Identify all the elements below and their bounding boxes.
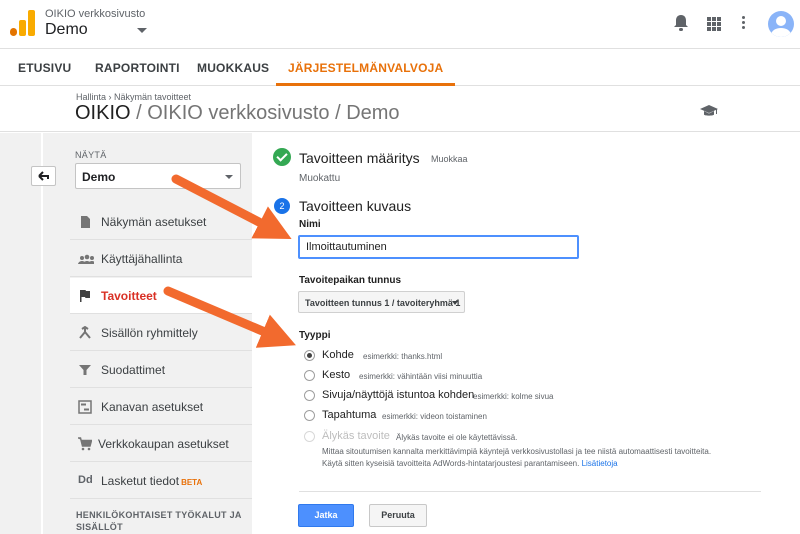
chevron-down-icon — [225, 175, 233, 179]
back-button[interactable] — [31, 166, 56, 186]
grouping-icon — [79, 326, 91, 339]
tab-raportointi[interactable]: RAPORTOINTI — [95, 49, 180, 86]
cancel-button[interactable]: Peruuta — [369, 504, 427, 527]
view-select[interactable]: Demo — [75, 163, 241, 189]
page-title: OIKIO / OIKIO verkkosivusto / Demo — [75, 102, 400, 125]
continue-button[interactable]: Jatka — [298, 504, 354, 527]
type-option-example: esimerkki: kolme sivua — [473, 392, 554, 401]
chevron-down-icon — [452, 301, 458, 305]
sidebar-item-channel-settings[interactable]: Kanavan asetukset — [70, 389, 252, 425]
back-rail — [41, 133, 43, 534]
sidebar-item-view-settings[interactable]: Näkymän asetukset — [70, 204, 252, 240]
cart-icon — [78, 437, 92, 451]
sidebar-item-label: Käyttäjähallinta — [101, 252, 183, 266]
chevron-down-icon[interactable] — [137, 28, 147, 33]
step-goal-description-title: Tavoitteen kuvaus — [299, 198, 412, 214]
goal-setup-panel — [252, 133, 800, 534]
name-label: Nimi — [299, 219, 321, 230]
check-circle-icon — [273, 148, 291, 166]
sidebar-item-user-management[interactable]: Käyttäjähallinta — [70, 241, 252, 277]
type-option-example: esimerkki: vähintään viisi minuuttia — [359, 372, 483, 381]
type-option-example: esimerkki: videon toistaminen — [382, 412, 487, 421]
step-number-badge: 2 — [274, 198, 290, 214]
analytics-logo-icon[interactable] — [10, 10, 36, 36]
type-option-label: Sivuja/näyttöjä istuntoa kohden — [322, 389, 475, 401]
radio-button[interactable] — [304, 350, 315, 361]
view-select-value: Demo — [82, 170, 116, 184]
breadcrumb[interactable]: Hallinta › Näkymän tavoitteet — [76, 92, 191, 102]
calculated-icon: Dd — [78, 474, 93, 486]
radio-button — [304, 431, 315, 442]
sidebar-item-label: Suodattimet — [101, 363, 166, 377]
type-option-label: Älykäs tavoite — [322, 430, 390, 442]
tab-muokkaus[interactable]: MUOKKAUS — [197, 49, 269, 86]
main-area: NÄYTÄ Demo Näkymän asetukset Käyttäjähal… — [0, 133, 800, 534]
view-selector[interactable]: Demo — [45, 21, 88, 39]
sidebar-item-content-grouping[interactable]: Sisällön ryhmittely — [70, 315, 252, 351]
learn-more-link[interactable]: Lisätietoja — [582, 459, 618, 468]
back-arrow-icon — [38, 171, 49, 181]
sidebar-item-ecommerce-settings[interactable]: Verkkokaupan asetukset — [70, 426, 252, 462]
radio-button[interactable] — [304, 410, 315, 421]
step-goal-setup-title: Tavoitteen määritys — [299, 150, 420, 166]
sidebar-item-goals[interactable]: Tavoitteet — [70, 278, 252, 314]
account-name[interactable]: OIKIO verkkosivusto — [45, 8, 145, 20]
step-status: Muokattu — [299, 173, 341, 184]
divider — [299, 491, 761, 492]
page-header: Hallinta › Näkymän tavoitteet OIKIO / OI… — [0, 86, 800, 132]
goal-name-input[interactable] — [298, 235, 579, 259]
type-option-label: Kesto — [322, 369, 351, 381]
top-bar: OIKIO verkkosivusto Demo — [0, 0, 800, 48]
graduation-cap-icon[interactable] — [700, 105, 718, 117]
sidebar-item-label: Näkymän asetukset — [101, 215, 207, 229]
goal-slot-select[interactable]: Tavoitteen tunnus 1 / tavoiteryhmä 1 — [298, 291, 465, 313]
more-vert-icon[interactable] — [742, 16, 746, 32]
radio-button[interactable] — [304, 390, 315, 401]
sidebar-item-calculated-metrics[interactable]: Dd Lasketut tiedot BETA — [70, 463, 252, 499]
page-title-account: OIKIO — [75, 102, 131, 124]
beta-badge: BETA — [181, 478, 203, 487]
type-option-example: esimerkki: thanks.html — [363, 352, 443, 361]
tools-heading: HENKILÖKOHTAISET TYÖKALUT JA SISÄLLÖT — [76, 510, 242, 532]
document-icon — [81, 216, 90, 228]
view-label: NÄYTÄ — [75, 150, 107, 160]
avatar[interactable] — [768, 11, 794, 37]
sidebar-item-label: Kanavan asetukset — [101, 400, 204, 414]
apps-grid-icon[interactable] — [707, 17, 721, 31]
flag-icon — [80, 290, 90, 302]
edit-link[interactable]: Muokkaa — [431, 154, 468, 164]
type-option-example: Älykäs tavoite ei ole käytettävissä. — [396, 433, 518, 442]
type-option-label: Kohde — [322, 349, 354, 361]
radio-button[interactable] — [304, 370, 315, 381]
people-icon — [78, 254, 94, 264]
smart-goal-description: Mittaa sitoutumisen kannalta merkittävim… — [322, 447, 712, 468]
sidebar-item-label: Lasketut tiedot BETA — [101, 474, 203, 488]
sidebar-item-label: Verkkokaupan asetukset — [98, 437, 229, 451]
goal-slot-value: Tavoitteen tunnus 1 / tavoiteryhmä 1 — [305, 298, 461, 308]
main-nav: ETUSIVU RAPORTOINTI MUOKKAUS JÄRJESTELMÄ… — [0, 48, 800, 86]
tab-etusivu[interactable]: ETUSIVU — [18, 49, 71, 86]
bell-icon[interactable] — [673, 14, 689, 32]
slot-label: Tavoitepaikan tunnus — [299, 275, 402, 286]
page-title-path: / OIKIO verkkosivusto / Demo — [136, 102, 400, 124]
type-option-label: Tapahtuma — [322, 409, 377, 421]
type-label: Tyyppi — [299, 330, 331, 341]
sidebar-item-filters[interactable]: Suodattimet — [70, 352, 252, 388]
sidebar-item-label: Tavoitteet — [101, 289, 157, 303]
filter-icon — [79, 365, 91, 375]
sidebar-item-label: Sisällön ryhmittely — [101, 326, 198, 340]
channel-icon — [78, 400, 92, 414]
tab-jarjestelmanvalvoja[interactable]: JÄRJESTELMÄNVALVOJA — [276, 49, 456, 86]
